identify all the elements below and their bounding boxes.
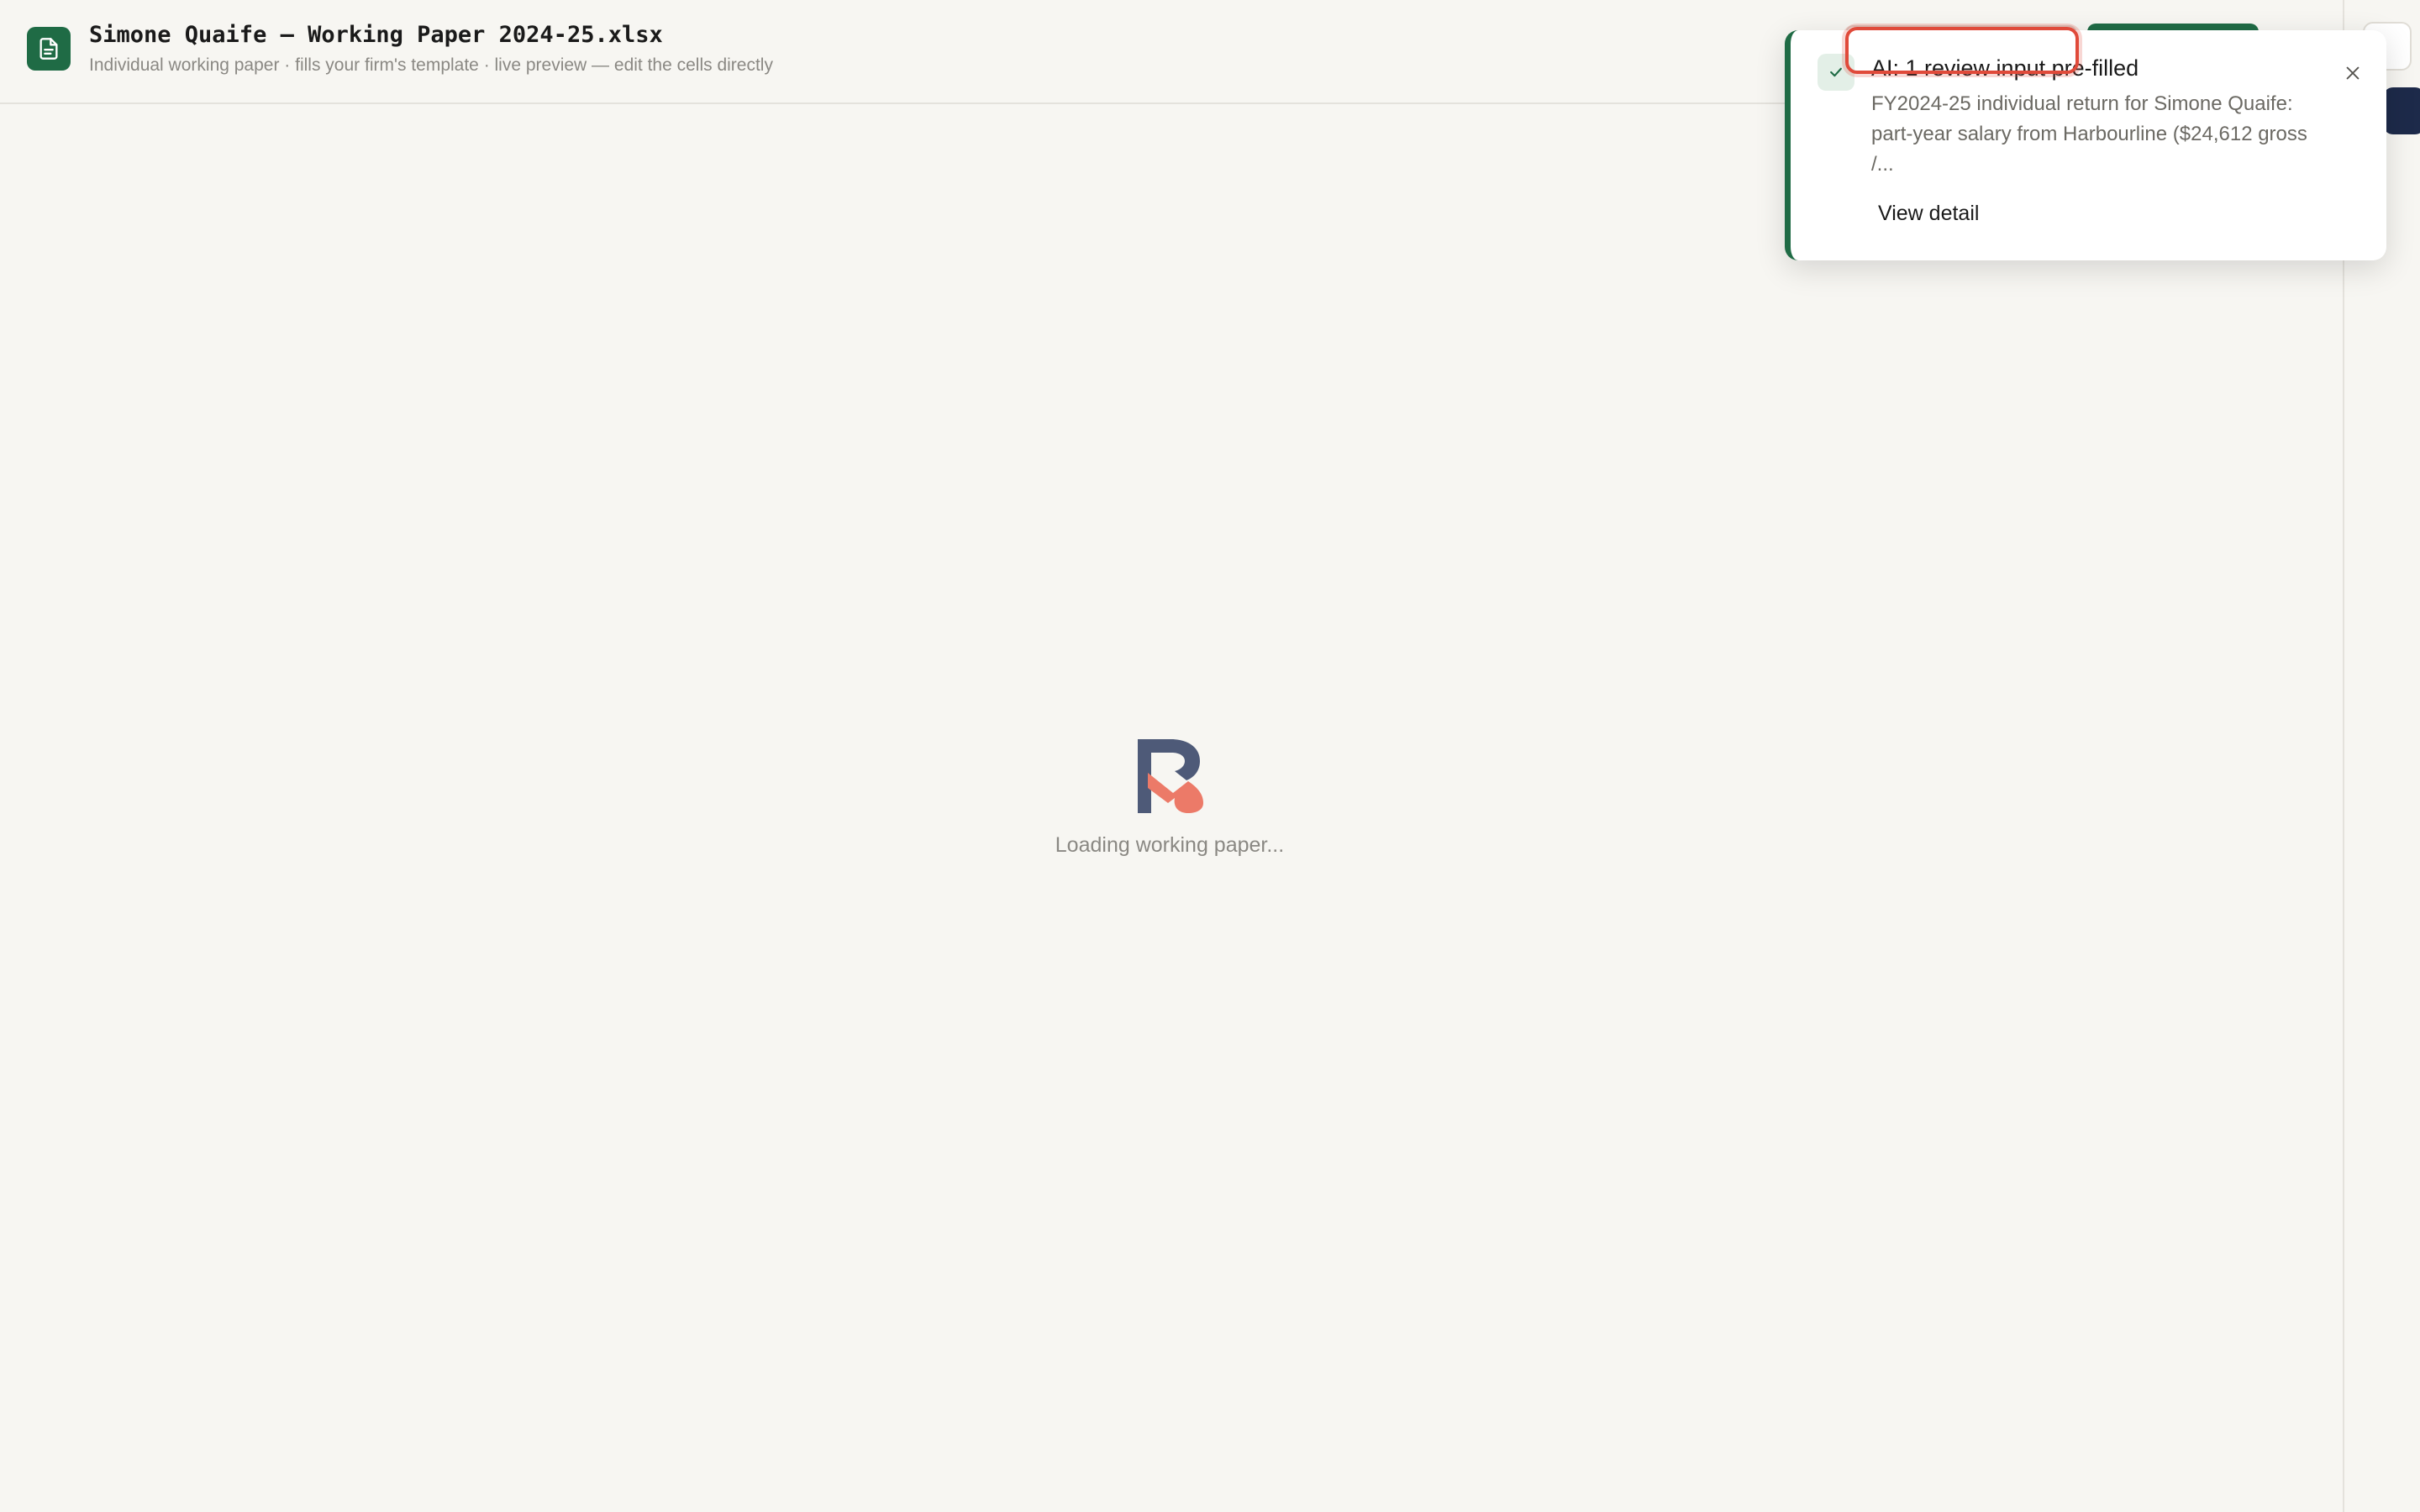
rail-assistant-button[interactable] [2383, 87, 2420, 134]
view-detail-button[interactable]: View detail [1878, 202, 1979, 226]
brand-logo-icon [1138, 739, 1203, 813]
notification-toast: AI: 1 review input pre-filled FY2024-25 … [1785, 30, 2386, 260]
loading-text: Loading working paper... [1055, 833, 1285, 857]
toast-title: AI: 1 review input pre-filled [1871, 55, 2139, 81]
toast-message: FY2024-25 individual return for Simone Q… [1871, 92, 2307, 176]
document-title: Simone Quaife — Working Paper 2024-25.xl… [89, 22, 663, 48]
check-icon [1818, 54, 1854, 91]
loading-indicator: Loading working paper... [1002, 739, 1338, 858]
document-subtitle: Individual working paper · fills your fi… [89, 55, 773, 75]
close-icon[interactable] [2337, 57, 2369, 89]
spreadsheet-document-icon [27, 27, 71, 71]
